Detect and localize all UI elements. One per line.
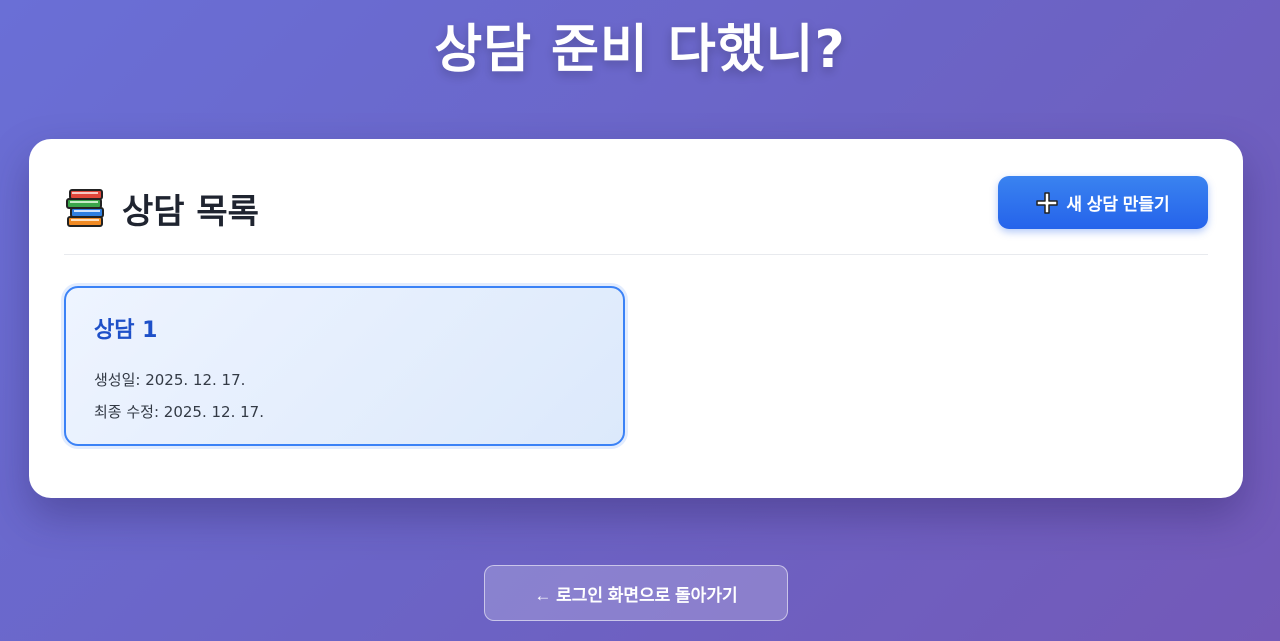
panel-header: 상담 목록 새 상담 만들기 bbox=[64, 175, 1208, 255]
books-icon bbox=[64, 186, 108, 230]
new-session-button[interactable]: 새 상담 만들기 bbox=[998, 176, 1208, 229]
session-card[interactable]: 상담 1 생성일: 2025. 12. 17. 최종 수정: 2025. 12.… bbox=[64, 286, 625, 446]
session-modified-date: 최종 수정: 2025. 12. 17. bbox=[94, 403, 264, 421]
session-created-date: 생성일: 2025. 12. 17. bbox=[94, 371, 246, 389]
session-list-panel: 상담 목록 새 상담 만들기 상담 1 생성일: 2025. 12. 17. 최… bbox=[29, 139, 1243, 498]
session-title: 상담 1 bbox=[94, 318, 158, 343]
plus-icon bbox=[1036, 191, 1059, 214]
page-title: 상담 준비 다했니? bbox=[434, 20, 846, 80]
new-session-label: 새 상담 만들기 bbox=[1066, 195, 1170, 214]
section-title-text: 상담 목록 bbox=[122, 191, 259, 232]
back-to-login-button[interactable]: ← 로그인 화면으로 돌아가기 bbox=[484, 565, 788, 621]
section-title: 상담 목록 bbox=[64, 181, 259, 235]
